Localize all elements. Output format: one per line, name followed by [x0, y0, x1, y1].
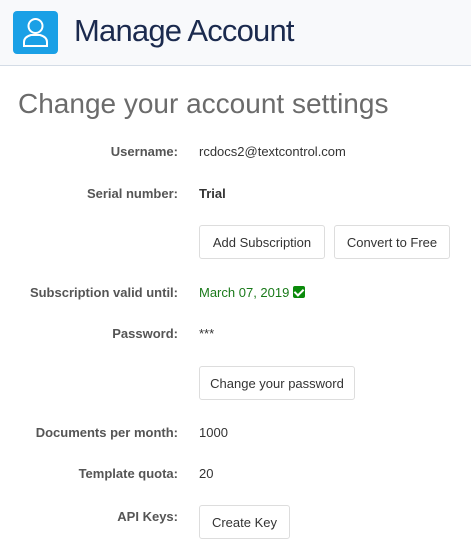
api-keys-label: API Keys:: [117, 509, 178, 524]
subscription-value: March 07, 2019: [199, 285, 305, 300]
subscription-date: March 07, 2019: [199, 285, 290, 300]
add-subscription-button[interactable]: Add Subscription: [199, 225, 325, 259]
page-title: Manage Account: [74, 13, 295, 48]
header: Manage Account: [0, 0, 471, 66]
template-value: 20: [199, 466, 214, 481]
create-key-button[interactable]: Create Key: [199, 505, 290, 539]
documents-label: Documents per month:: [35, 425, 178, 440]
serial-label: Serial number:: [86, 186, 178, 201]
password-value: ***: [199, 326, 215, 341]
change-password-button[interactable]: Change your password: [199, 366, 355, 400]
subscription-label: Subscription valid until:: [29, 285, 178, 300]
user-icon: [13, 11, 58, 54]
username-value: rcdocs2@textcontrol.com: [199, 144, 346, 159]
username-label: Username:: [110, 144, 178, 159]
password-label: Password:: [112, 326, 178, 341]
serial-value: Trial: [199, 186, 226, 201]
documents-value: 1000: [199, 425, 228, 440]
convert-to-free-button[interactable]: Convert to Free: [334, 225, 450, 259]
check-icon: [292, 286, 305, 298]
template-label: Template quota:: [78, 466, 178, 481]
section-heading: Change your account settings: [18, 88, 389, 119]
